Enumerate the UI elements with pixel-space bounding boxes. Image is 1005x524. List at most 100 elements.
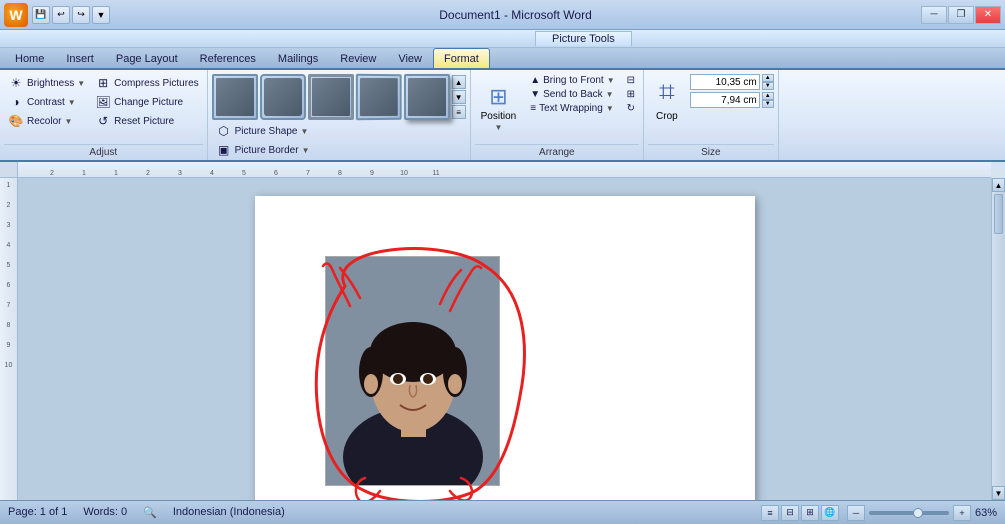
zoom-in-btn[interactable]: + bbox=[953, 505, 971, 521]
contrast-dropdown[interactable]: ▼ bbox=[68, 98, 76, 107]
contrast-btn[interactable]: ◑ Contrast ▼ bbox=[4, 93, 89, 111]
picture-styles-content: ▲ ▼ ≡ bbox=[212, 74, 466, 120]
customize-btn[interactable]: ▼ bbox=[92, 6, 110, 24]
scroll-more-btn[interactable]: ≡ bbox=[452, 105, 466, 119]
size-label: Size bbox=[648, 144, 774, 158]
tab-home[interactable]: Home bbox=[4, 48, 55, 68]
word-count: Words: 0 bbox=[83, 506, 127, 519]
ribbon-tabs: Home Insert Page Layout References Maili… bbox=[0, 48, 1005, 70]
align-btn[interactable]: ⊟ bbox=[623, 74, 639, 87]
view-web-btn[interactable]: 🌐 bbox=[821, 505, 839, 521]
bring-to-front-btn[interactable]: ▲ Bring to Front ▼ bbox=[526, 74, 618, 87]
height-input[interactable] bbox=[690, 74, 760, 90]
width-input[interactable] bbox=[690, 92, 760, 108]
picture-border-icon: ▣ bbox=[216, 142, 232, 158]
width-down-btn[interactable]: ▼ bbox=[762, 100, 774, 108]
change-picture-icon: 🖼 bbox=[95, 94, 111, 110]
picture-border-btn[interactable]: ▣ Picture Border ▼ bbox=[212, 141, 314, 159]
ribbon: ☀ Brightness ▼ ◑ Contrast ▼ 🎨 Recolor ▼ … bbox=[0, 70, 1005, 162]
crop-content: ⌗ Crop ▲ ▼ ▲ ▼ bbox=[648, 74, 774, 142]
close-btn[interactable]: ✕ bbox=[975, 6, 1001, 24]
window-title: Document1 - Microsoft Word bbox=[439, 8, 592, 22]
save-btn[interactable]: 💾 bbox=[32, 6, 50, 24]
brightness-dropdown[interactable]: ▼ bbox=[77, 79, 85, 88]
undo-btn[interactable]: ↩ bbox=[52, 6, 70, 24]
window-controls: ─ ❐ ✕ bbox=[921, 6, 1001, 24]
position-btn[interactable]: ⊞ Position ▼ bbox=[475, 74, 523, 142]
arrange-group: ⊞ Position ▼ ▲ Bring to Front ▼ ▼ Send t… bbox=[471, 70, 644, 160]
scroll-up-btn[interactable]: ▲ bbox=[452, 75, 466, 89]
picture-tools-label: Picture Tools bbox=[535, 31, 632, 46]
scrollbar-thumb[interactable] bbox=[994, 194, 1003, 234]
reset-icon: ↺ bbox=[95, 113, 111, 129]
document-canvas[interactable] bbox=[18, 178, 991, 500]
view-full-btn[interactable]: ⊞ bbox=[801, 505, 819, 521]
crop-btn[interactable]: ⌗ Crop bbox=[648, 74, 686, 124]
style-thumb-4[interactable] bbox=[355, 74, 401, 120]
minimize-btn[interactable]: ─ bbox=[921, 6, 947, 24]
ruler-right-spacer bbox=[991, 162, 1005, 178]
brightness-btn[interactable]: ☀ Brightness ▼ bbox=[4, 74, 89, 92]
language[interactable]: Indonesian (Indonesia) bbox=[173, 506, 285, 519]
zoom-slider[interactable] bbox=[869, 511, 949, 515]
style-thumb-2[interactable] bbox=[260, 74, 306, 120]
tab-view[interactable]: View bbox=[387, 48, 433, 68]
width-field: ▲ ▼ bbox=[690, 92, 774, 108]
photo-image[interactable] bbox=[325, 256, 500, 486]
style-thumb-5[interactable] bbox=[404, 74, 450, 120]
recolor-dropdown[interactable]: ▼ bbox=[64, 117, 72, 126]
height-up-btn[interactable]: ▲ bbox=[762, 74, 774, 82]
height-spinner: ▲ ▼ bbox=[762, 74, 774, 90]
tab-review[interactable]: Review bbox=[329, 48, 387, 68]
title-bar-left: W 💾 ↩ ↪ ▼ bbox=[4, 3, 110, 27]
tab-mailings[interactable]: Mailings bbox=[267, 48, 329, 68]
view-buttons: ≡ ⊟ ⊞ 🌐 bbox=[761, 505, 839, 521]
group-btn[interactable]: ⊞ bbox=[623, 88, 639, 101]
zoom-out-btn[interactable]: ─ bbox=[847, 505, 865, 521]
spell-check-icon: 🔍 bbox=[143, 506, 157, 519]
ruler-vertical: 1 2 3 4 5 6 7 8 9 10 bbox=[0, 178, 18, 500]
recolor-btn[interactable]: 🎨 Recolor ▼ bbox=[4, 112, 89, 130]
width-up-btn[interactable]: ▲ bbox=[762, 92, 774, 100]
portrait-svg bbox=[326, 257, 500, 486]
size-fields: ▲ ▼ ▲ ▼ bbox=[690, 74, 774, 108]
redo-btn[interactable]: ↪ bbox=[72, 6, 90, 24]
style-thumb-3[interactable] bbox=[308, 74, 354, 120]
height-field: ▲ ▼ bbox=[690, 74, 774, 90]
status-bar: Page: 1 of 1 Words: 0 🔍 Indonesian (Indo… bbox=[0, 500, 1005, 524]
view-layout-btn[interactable]: ⊟ bbox=[781, 505, 799, 521]
send-to-back-btn[interactable]: ▼ Send to Back ▼ bbox=[526, 88, 618, 101]
adjust-label: Adjust bbox=[4, 144, 203, 158]
compress-icon: ⊞ bbox=[95, 75, 111, 91]
vertical-scrollbar: ▲ ▼ bbox=[991, 178, 1005, 500]
restore-btn[interactable]: ❐ bbox=[948, 6, 974, 24]
zoom-level[interactable]: 63% bbox=[975, 507, 997, 519]
tab-pagelayout[interactable]: Page Layout bbox=[105, 48, 189, 68]
change-picture-btn[interactable]: 🖼 Change Picture bbox=[91, 93, 202, 111]
workspace: 2 1 1 2 3 4 5 6 7 8 9 10 11 1 2 3 bbox=[0, 162, 1005, 500]
status-right: ≡ ⊟ ⊞ 🌐 ─ + 63% bbox=[761, 505, 997, 521]
arrange-label: Arrange bbox=[475, 144, 639, 158]
view-normal-btn[interactable]: ≡ bbox=[761, 505, 779, 521]
zoom-thumb[interactable] bbox=[913, 508, 923, 518]
height-down-btn[interactable]: ▼ bbox=[762, 82, 774, 90]
reset-picture-btn[interactable]: ↺ Reset Picture bbox=[91, 112, 202, 130]
tab-insert[interactable]: Insert bbox=[55, 48, 105, 68]
tab-format[interactable]: Format bbox=[433, 48, 490, 68]
crop-icon: ⌗ bbox=[659, 76, 675, 109]
bring-front-icon: ▲ bbox=[530, 75, 540, 86]
tab-references[interactable]: References bbox=[189, 48, 267, 68]
main-row: 1 2 3 4 5 6 7 8 9 10 bbox=[0, 178, 1005, 500]
photo-container[interactable] bbox=[325, 256, 500, 486]
arrange-col-1: ▲ Bring to Front ▼ ▼ Send to Back ▼ ≡ Te… bbox=[526, 74, 618, 142]
rotate-btn[interactable]: ↻ bbox=[623, 102, 639, 115]
scroll-down-btn[interactable]: ▼ bbox=[992, 486, 1005, 500]
text-wrapping-btn[interactable]: ≡ Text Wrapping ▼ bbox=[526, 102, 618, 115]
ruler-corner bbox=[0, 162, 18, 178]
picture-shape-btn[interactable]: ⬡ Picture Shape ▼ bbox=[212, 122, 313, 140]
scroll-up-btn[interactable]: ▲ bbox=[992, 178, 1005, 192]
compress-pictures-btn[interactable]: ⊞ Compress Pictures bbox=[91, 74, 202, 92]
scroll-down-btn[interactable]: ▼ bbox=[452, 90, 466, 104]
arrange-col-2: ⊟ ⊞ ↻ bbox=[623, 74, 639, 142]
style-thumb-1[interactable] bbox=[212, 74, 258, 120]
